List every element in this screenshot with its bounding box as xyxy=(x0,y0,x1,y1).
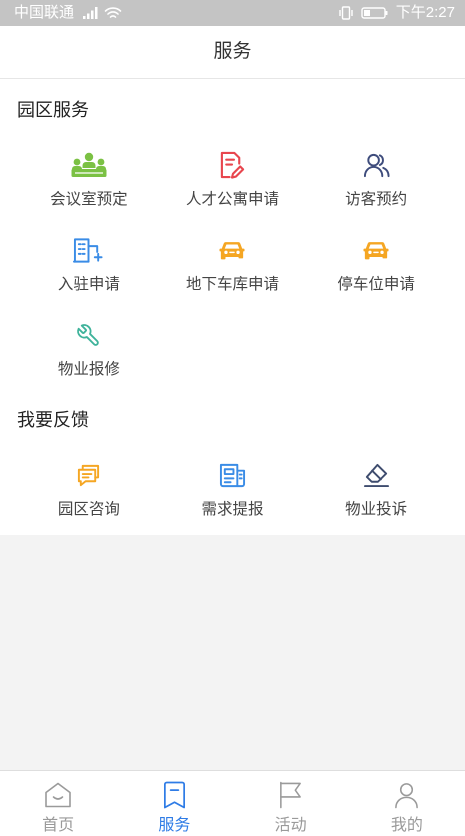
service-property-repair[interactable]: 物业报修 xyxy=(17,302,161,387)
visitor-icon xyxy=(356,150,396,180)
tab-services[interactable]: 服务 xyxy=(116,771,232,836)
tab-label: 活动 xyxy=(274,817,307,834)
feedback-property-complaint[interactable]: 物业投诉 xyxy=(304,442,448,527)
meeting-room-icon xyxy=(69,150,109,180)
tab-mine[interactable]: 我的 xyxy=(349,771,465,836)
tab-home[interactable]: 首页 xyxy=(0,771,116,836)
flag-icon xyxy=(277,780,304,810)
service-grid: 会议室预定 人才公寓申请 访客预约 入驻申请 地下车库申请 停车位申请 物业报修 xyxy=(0,132,465,387)
service-parking-space-application[interactable]: 停车位申请 xyxy=(304,217,448,302)
service-meeting-room-booking[interactable]: 会议室预定 xyxy=(17,132,161,217)
service-label: 地下车库申请 xyxy=(185,276,279,293)
page-title: 服务 xyxy=(213,41,252,62)
service-label: 物业报修 xyxy=(57,361,120,378)
service-label: 停车位申请 xyxy=(337,276,415,293)
building-icon xyxy=(69,235,109,265)
wifi-icon xyxy=(104,6,122,20)
status-bar: 中国联通 下午2:27 xyxy=(0,0,465,26)
service-label: 园区咨询 xyxy=(57,501,120,518)
page-header: 服务 xyxy=(0,26,465,79)
service-underground-garage-application[interactable]: 地下车库申请 xyxy=(161,217,305,302)
wrench-icon xyxy=(69,320,109,350)
feedback-grid: 园区咨询 需求提报 物业投诉 xyxy=(0,442,465,527)
service-label: 需求提报 xyxy=(201,501,264,518)
car-icon xyxy=(212,235,252,265)
chat-icon xyxy=(69,460,109,490)
bookmark-icon xyxy=(161,780,188,810)
eraser-icon xyxy=(356,460,396,490)
status-right: 下午2:27 xyxy=(338,0,455,26)
battery-icon xyxy=(361,6,389,20)
service-visitor-appointment[interactable]: 访客预约 xyxy=(304,132,448,217)
apartment-application-icon xyxy=(212,150,252,180)
person-icon xyxy=(393,780,420,810)
tab-label: 我的 xyxy=(390,817,423,834)
bottom-tab-bar: 首页 服务 活动 我的 xyxy=(0,770,465,836)
tab-activities[interactable]: 活动 xyxy=(233,771,349,836)
signal-icon xyxy=(77,6,101,20)
service-label: 访客预约 xyxy=(345,191,408,208)
section-title: 我要反馈 xyxy=(17,410,89,430)
home-icon xyxy=(43,780,73,810)
tab-label: 服务 xyxy=(158,817,191,834)
car-icon xyxy=(356,235,396,265)
tab-label: 首页 xyxy=(42,817,75,834)
service-move-in-application[interactable]: 入驻申请 xyxy=(17,217,161,302)
service-label: 人才公寓申请 xyxy=(185,191,279,208)
feedback-requirement-submission[interactable]: 需求提报 xyxy=(161,442,305,527)
service-label: 会议室预定 xyxy=(50,191,128,208)
service-label: 入驻申请 xyxy=(57,276,120,293)
clock: 下午2:27 xyxy=(395,4,455,21)
service-talent-apartment-application[interactable]: 人才公寓申请 xyxy=(161,132,305,217)
section-title: 园区服务 xyxy=(17,100,89,120)
feedback-park-consultation[interactable]: 园区咨询 xyxy=(17,442,161,527)
newspaper-icon xyxy=(212,460,252,490)
park-services-section: 园区服务 会议室预定 人才公寓申请 访客预约 入驻申请 地下车库申请 停车位申请… xyxy=(0,88,465,389)
vibrate-icon xyxy=(338,6,354,20)
services-panel: 园区服务 会议室预定 人才公寓申请 访客预约 入驻申请 地下车库申请 停车位申请… xyxy=(0,79,465,535)
status-left: 中国联通 xyxy=(14,0,122,26)
service-label: 物业投诉 xyxy=(345,501,408,518)
carrier-name: 中国联通 xyxy=(14,4,75,21)
feedback-section: 我要反馈 园区咨询 需求提报 物业投诉 xyxy=(0,398,465,529)
